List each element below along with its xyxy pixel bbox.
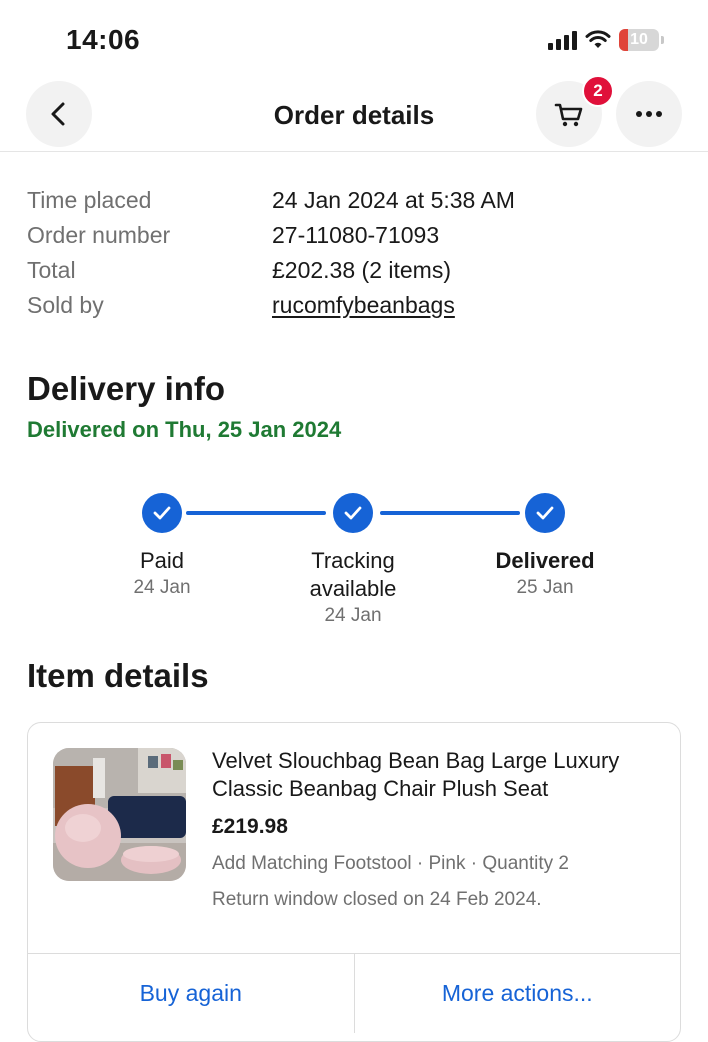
tracker-step-tracking: Tracking available 24 Jan [263,490,443,627]
cart-icon [554,103,583,127]
status-icons: 10 [548,26,664,54]
order-summary: Time placed 24 Jan 2024 at 5:38 AM Order… [27,183,687,323]
tracker-step-paid: Paid 24 Jan [72,490,252,599]
summary-row-sold-by: Sold by rucomfybeanbags [27,288,687,323]
header-divider [0,151,708,152]
buy-again-button[interactable]: Buy again [28,954,354,1033]
product-image[interactable] [53,748,186,881]
seller-link[interactable]: rucomfybeanbags [272,292,455,319]
step-date: 24 Jan [133,577,191,598]
step-label: Paid [139,548,185,573]
summary-label: Sold by [27,292,104,318]
delivery-status: Delivered on Thu, 25 Jan 2024 [27,417,342,442]
battery-tip [661,36,664,44]
summary-value: 27-11080-71093 [272,222,440,248]
battery-level: 10 [630,31,648,48]
item-title[interactable]: Velvet Slouchbag Bean Bag Large Luxury C… [212,747,672,803]
summary-row-total: Total £202.38 (2 items) [27,253,687,288]
step-label: Tracking available [309,548,397,601]
summary-value: £202.38 (2 items) [272,257,451,283]
summary-label: Total [27,257,76,283]
step-date: 24 Jan [324,605,382,626]
check-icon [525,493,565,533]
summary-label: Time placed [27,187,152,213]
item-info: Velvet Slouchbag Bean Bag Large Luxury C… [212,747,672,911]
summary-value: 24 Jan 2024 at 5:38 AM [272,187,515,213]
battery-icon: 10 [619,29,659,51]
status-time: 14:06 [66,24,141,55]
status-bar: 14:06 10 [0,0,708,80]
summary-row-time-placed: Time placed 24 Jan 2024 at 5:38 AM [27,183,687,218]
item-details-heading: Item details [27,657,209,694]
step-label: Delivered [495,548,595,573]
step-date: 25 Jan [516,577,574,598]
item-card: Velvet Slouchbag Bean Bag Large Luxury C… [27,722,681,1042]
cart-count-badge: 2 [582,75,614,107]
item-actions: Buy again More actions... [28,953,680,1033]
delivery-info-heading: Delivery info [27,370,226,407]
more-horizontal-icon [636,111,662,117]
item-price: £219.98 [212,815,288,838]
item-variation: Add Matching Footstool · Pink · Quantity… [212,853,569,874]
summary-row-order-number: Order number 27-11080-71093 [27,218,687,253]
tracker-step-delivered: Delivered 25 Jan [455,490,635,599]
check-icon [142,493,182,533]
check-icon [333,493,373,533]
signal-icon [548,30,577,50]
delivery-tracker: Paid 24 Jan Tracking available 24 Jan De… [0,490,708,640]
wifi-icon [585,30,611,48]
more-actions-button[interactable]: More actions... [353,954,681,1033]
summary-label: Order number [27,222,171,248]
return-window-note: Return window closed on 24 Feb 2024. [212,889,542,910]
more-options-button[interactable] [616,81,682,147]
